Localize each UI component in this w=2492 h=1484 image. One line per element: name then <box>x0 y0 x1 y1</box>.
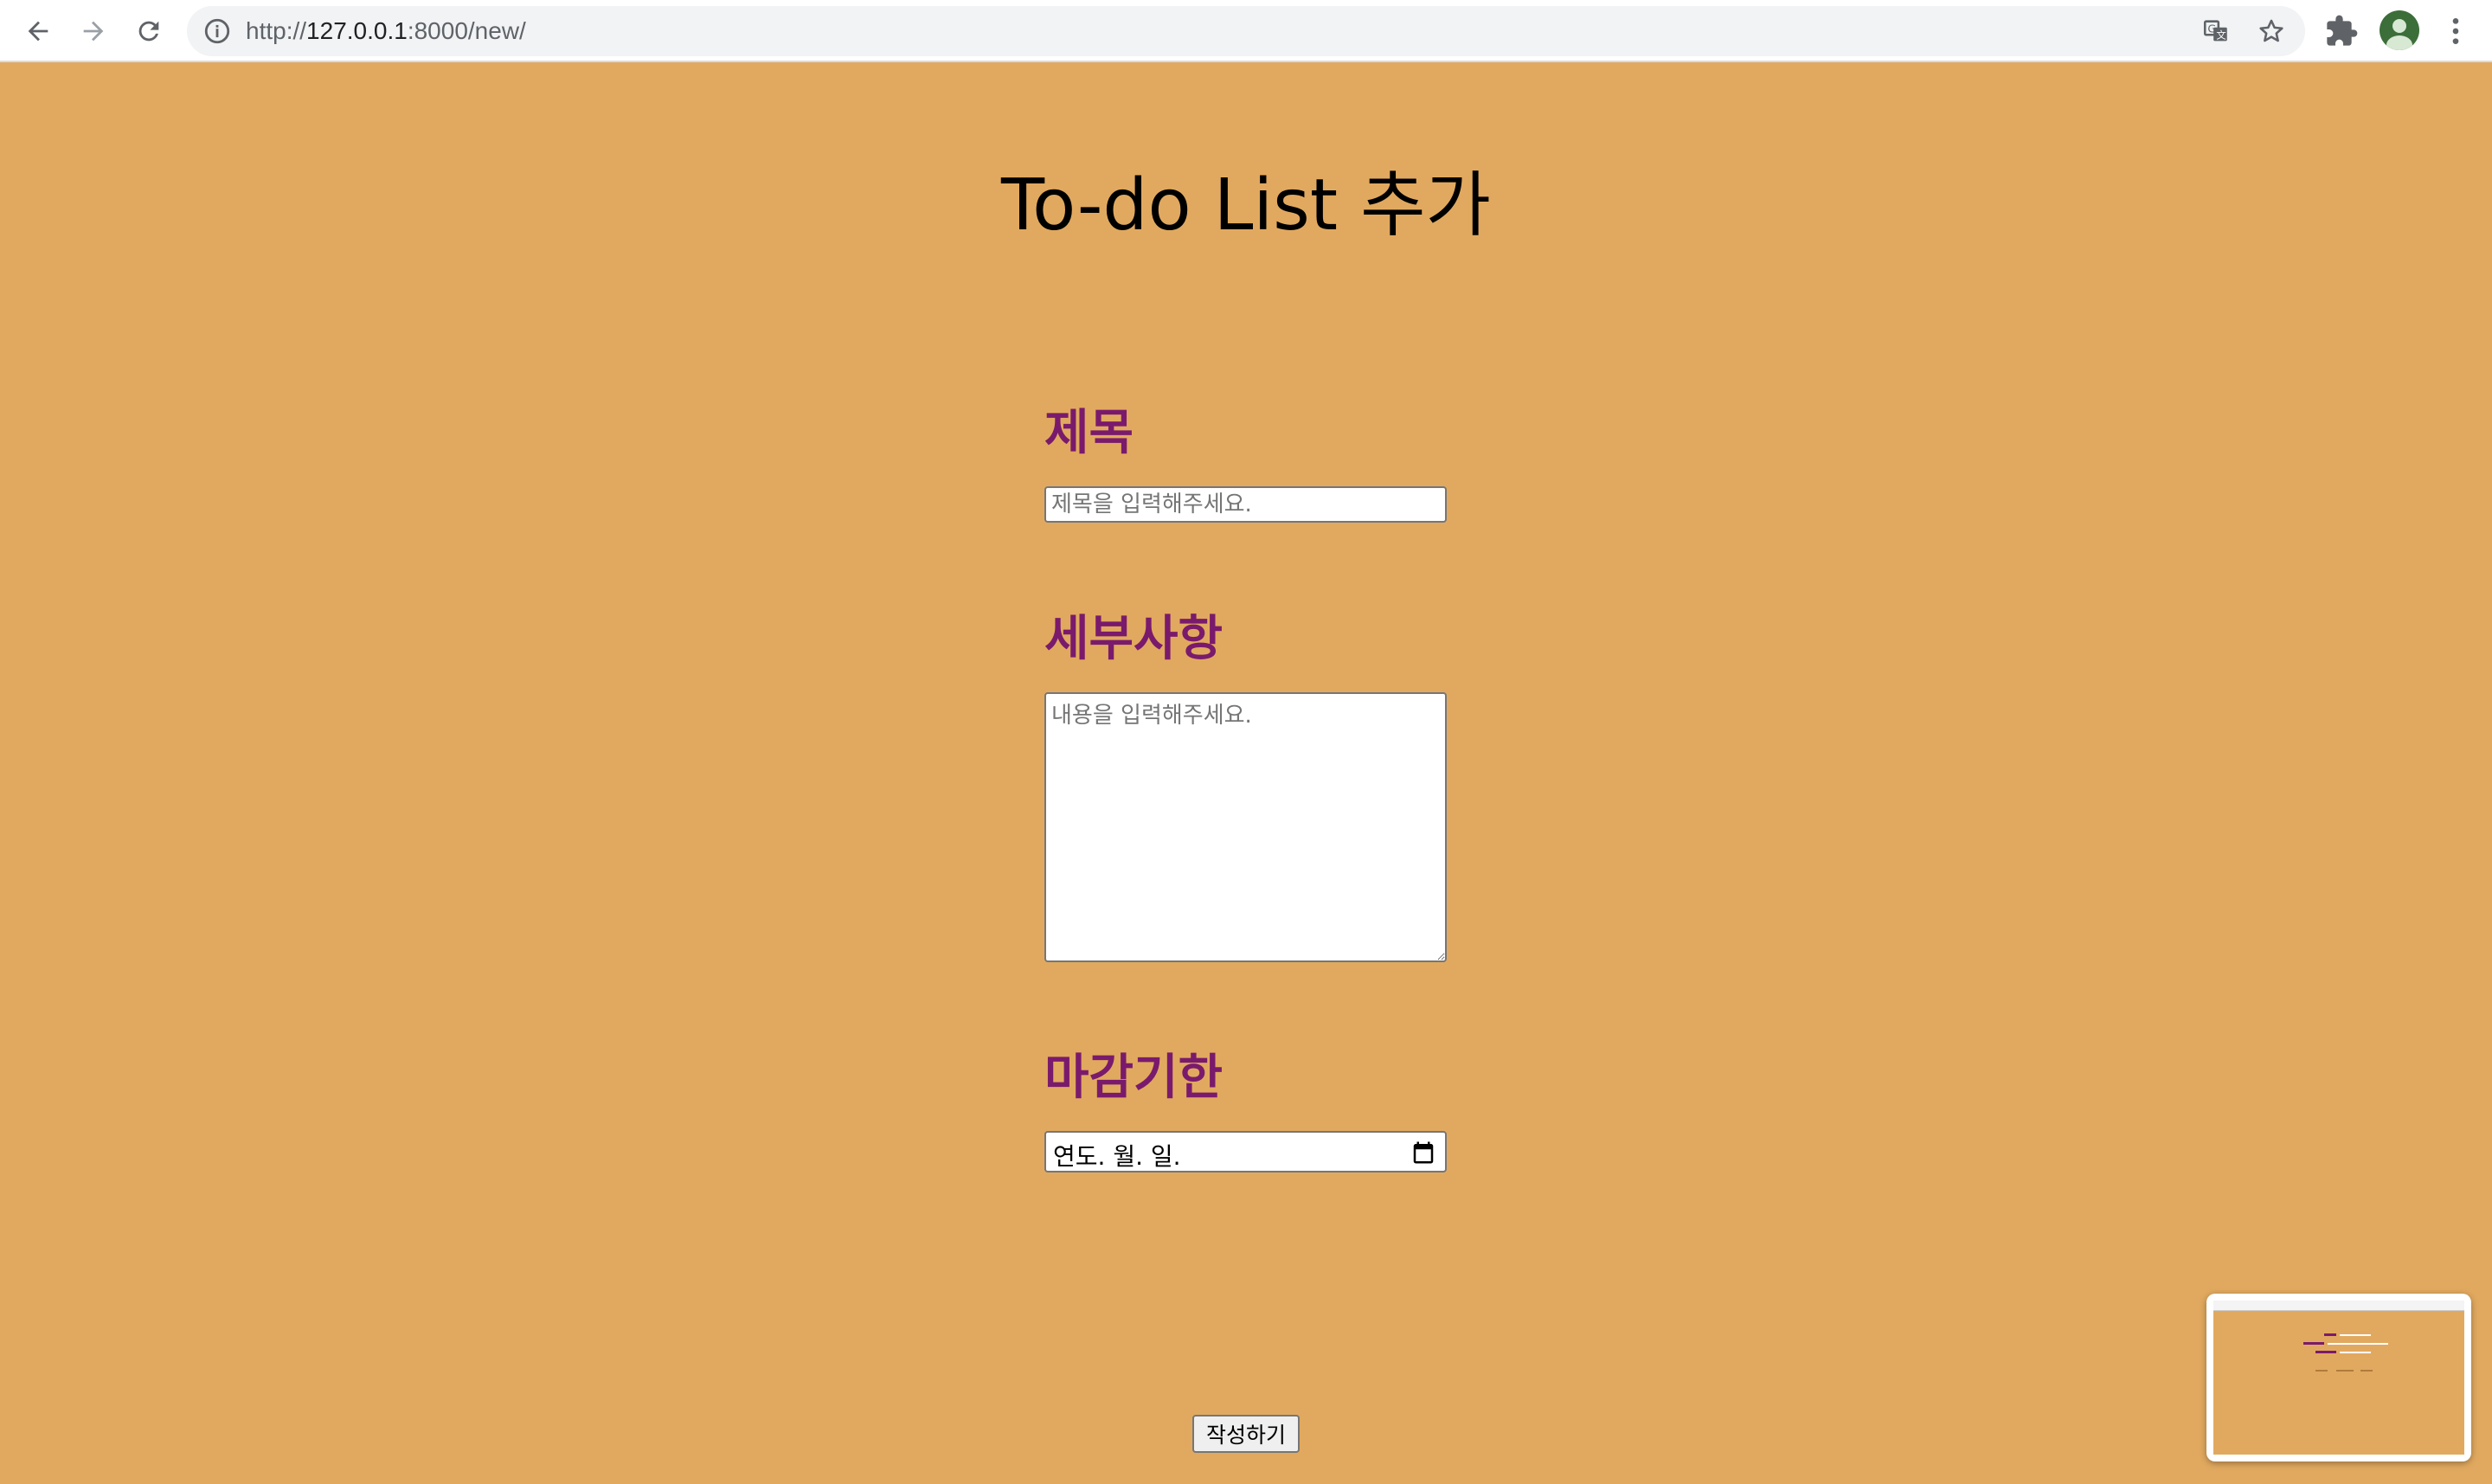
url-text[interactable]: http://127.0.0.1:8000/new/ <box>246 17 526 45</box>
url-host: 127.0.0.1 <box>306 17 408 44</box>
calendar-icon[interactable] <box>1410 1140 1436 1166</box>
preview-mark <box>2340 1334 2371 1336</box>
preview-mark <box>2360 1370 2373 1372</box>
preview-toolbar <box>2213 1301 2464 1311</box>
details-textarea[interactable] <box>1044 692 1447 962</box>
page-title: To-do List 추가 <box>1000 164 1491 247</box>
preview-mark <box>2315 1351 2336 1353</box>
reload-icon <box>138 21 159 42</box>
forward-button[interactable] <box>74 12 112 50</box>
preview-mark <box>2336 1370 2354 1372</box>
svg-text:文: 文 <box>2216 29 2225 42</box>
submit-button[interactable]: 작성하기 <box>1192 1415 1300 1453</box>
title-input[interactable] <box>1044 486 1447 523</box>
info-icon[interactable] <box>202 16 232 46</box>
translate-icon[interactable]: G文 <box>2201 16 2231 46</box>
browser-toolbar: http://127.0.0.1:8000/new/ G文 <box>0 0 2492 62</box>
preview-mark <box>2303 1342 2324 1345</box>
page-preview-thumbnail[interactable] <box>2206 1294 2471 1462</box>
preview-mark <box>2328 1343 2388 1345</box>
deadline-label: 마감기한 <box>1044 1050 1224 1106</box>
extensions-icon[interactable] <box>2324 14 2359 48</box>
back-arrow-icon <box>28 21 48 42</box>
url-scheme: http:// <box>246 17 307 44</box>
reload-button[interactable] <box>130 12 168 50</box>
title-label: 제목 <box>1044 405 1134 461</box>
profile-avatar-icon[interactable] <box>2380 10 2419 50</box>
address-bar[interactable]: http://127.0.0.1:8000/new/ G文 <box>187 6 2305 56</box>
star-icon[interactable] <box>2257 16 2286 46</box>
url-path: :8000/new/ <box>407 17 526 44</box>
details-label: 세부사항 <box>1044 611 1224 667</box>
more-vert-icon[interactable] <box>2438 14 2473 48</box>
deadline-date-input[interactable]: 연도. 월. 일. <box>1044 1131 1447 1172</box>
preview-canvas <box>2213 1301 2464 1455</box>
preview-mark <box>2324 1333 2336 1336</box>
preview-mark <box>2315 1370 2328 1372</box>
preview-mark <box>2340 1352 2371 1353</box>
back-button[interactable] <box>19 12 57 50</box>
date-display: 연도. 월. 일. <box>1053 1142 1181 1171</box>
forward-arrow-icon <box>83 21 104 42</box>
